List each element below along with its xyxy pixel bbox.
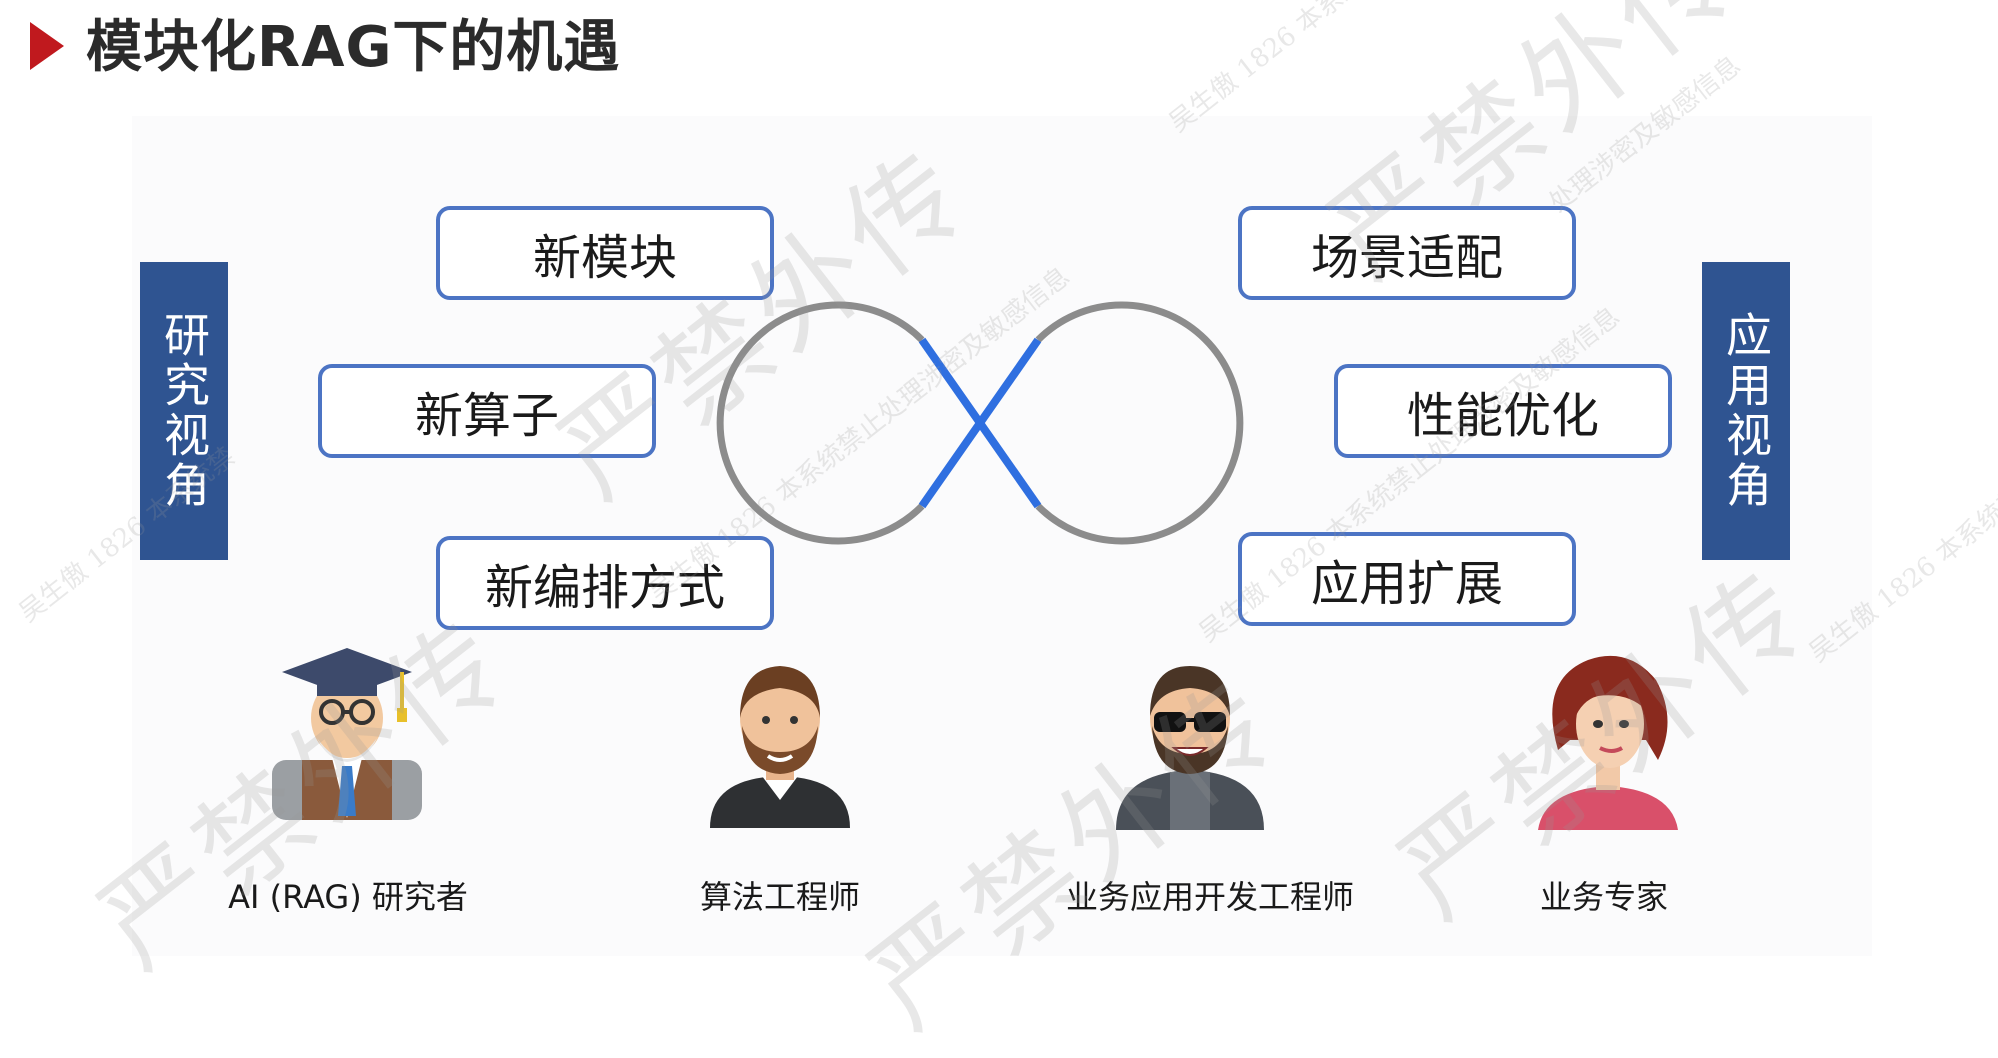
role-caption-app-developer: 业务应用开发工程师	[1065, 878, 1354, 916]
right-item-performance-optimization: 性能优化	[1334, 364, 1672, 458]
professor-avatar-icon	[272, 648, 422, 820]
woman-avatar-icon	[1538, 655, 1678, 830]
title-arrow-icon	[30, 22, 64, 70]
application-perspective-label: 应用视角	[1702, 262, 1790, 560]
left-item-new-modules: 新模块	[436, 206, 774, 300]
sunglasses-man-avatar-icon	[1116, 666, 1264, 830]
right-item-scenario-adaptation: 场景适配	[1238, 206, 1576, 300]
role-caption-researcher: AI (RAG) 研究者	[228, 878, 468, 916]
page-title: 模块化RAG下的机遇	[86, 15, 621, 80]
role-caption-algorithm-engineer: 算法工程师	[699, 878, 860, 916]
right-item-application-extension: 应用扩展	[1238, 532, 1576, 626]
research-perspective-label: 研究视角	[140, 262, 228, 560]
bearded-man-avatar-icon	[710, 666, 850, 828]
infinity-loop-icon	[716, 301, 1244, 545]
role-caption-business-expert: 业务专家	[1539, 878, 1668, 916]
left-item-new-operators: 新算子	[318, 364, 656, 458]
